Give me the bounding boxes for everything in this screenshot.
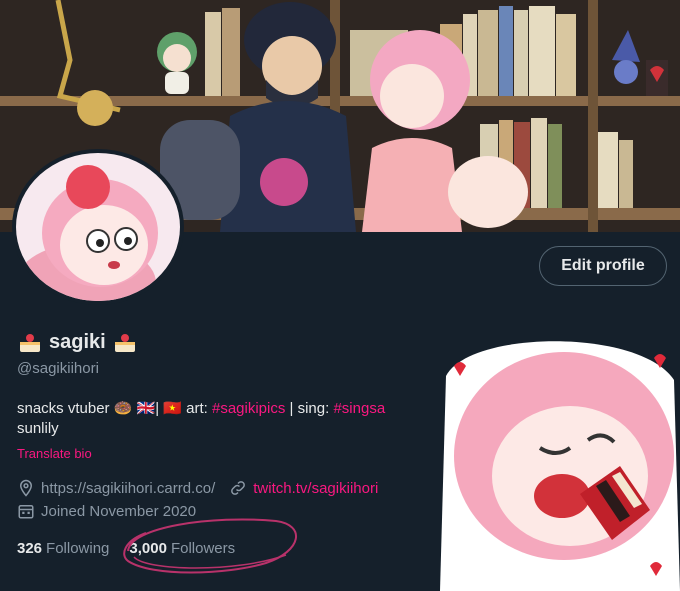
profile-meta-links: https://sagikiihori.carrd.co/ twitch.tv/… <box>17 479 378 497</box>
calendar-icon <box>18 505 34 519</box>
character-sticker-image <box>440 341 680 591</box>
bio-line-2: sunlily <box>17 420 59 437</box>
link-icon <box>231 481 246 495</box>
twitch-link[interactable]: twitch.tv/sagikiihori <box>253 480 378 497</box>
user-handle: @sagikiihori <box>17 360 99 377</box>
profile-bio: snacks vtuber 🍩 🇬🇧| 🇻🇳 art: #sagikipics … <box>17 398 457 420</box>
bio-separator: | sing: <box>285 400 334 417</box>
location-pin-icon <box>19 479 33 497</box>
cake-icon <box>20 333 40 352</box>
display-name-row: sagiki <box>17 331 138 354</box>
website-link[interactable]: https://sagikiihori.carrd.co/ <box>41 480 215 497</box>
edit-profile-button[interactable]: Edit profile <box>539 246 667 286</box>
hashtag-link-art[interactable]: #sagikipics <box>212 400 285 417</box>
following-label: Following <box>46 540 110 557</box>
following-count: 326 <box>17 540 43 557</box>
hashtag-link-sing[interactable]: #singsa <box>333 400 385 417</box>
cake-icon <box>114 333 135 352</box>
translate-bio-link[interactable]: Translate bio <box>17 446 92 461</box>
following-stat[interactable]: 326 Following <box>17 540 109 557</box>
profile-avatar[interactable] <box>16 153 180 301</box>
bio-text: snacks vtuber 🍩 🇬🇧| 🇻🇳 art: <box>17 400 212 417</box>
highlight-circle-drawing <box>123 518 297 574</box>
avatar-illustration <box>16 153 180 301</box>
display-name: sagiki <box>49 331 106 353</box>
